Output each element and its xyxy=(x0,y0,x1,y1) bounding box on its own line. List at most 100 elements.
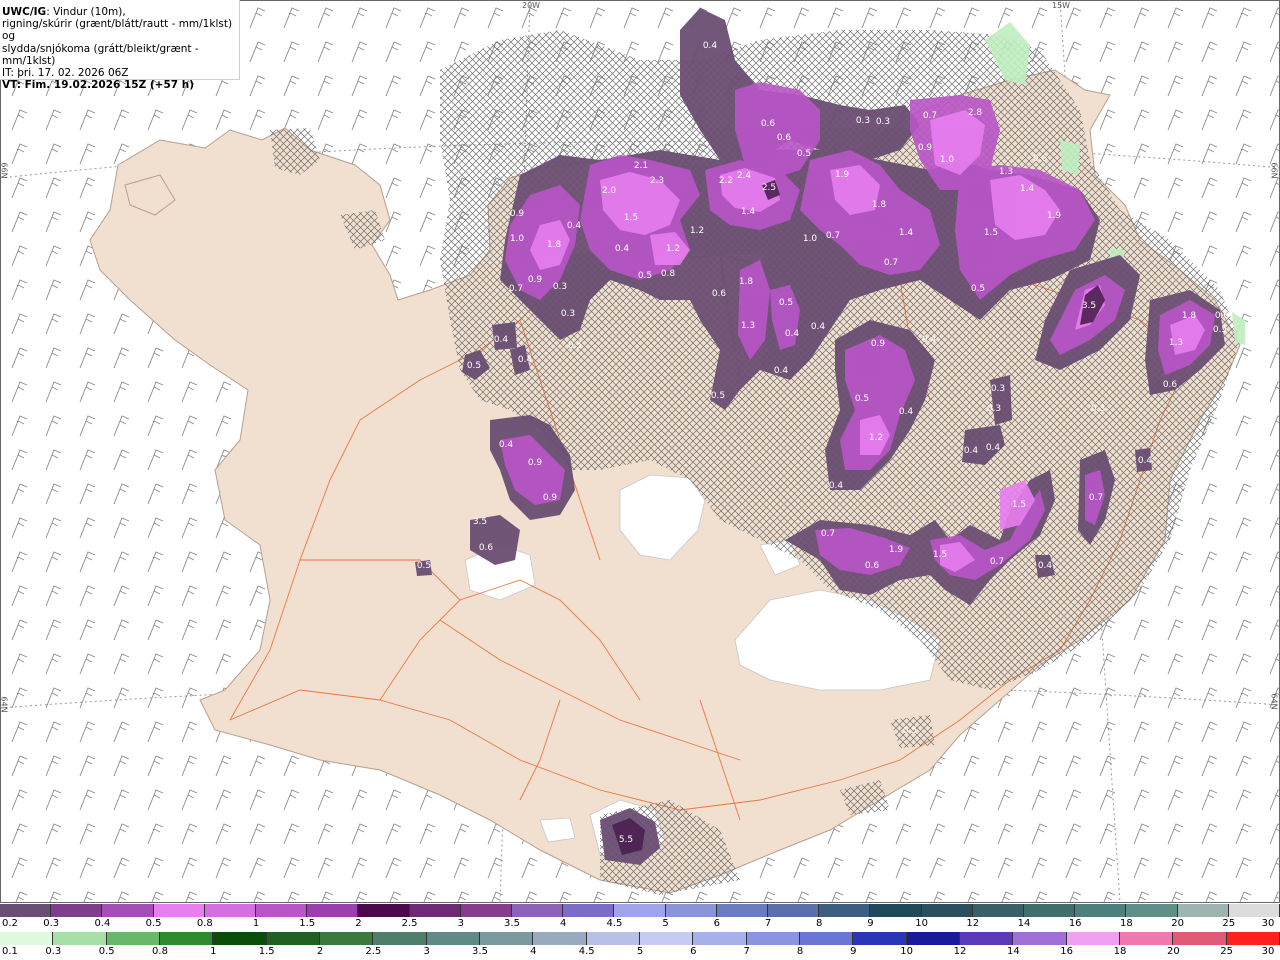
rain-swatch xyxy=(746,932,800,945)
rain-swatch xyxy=(426,932,480,945)
rain-swatch xyxy=(853,932,907,945)
precip-value-label: 0.5 xyxy=(417,561,431,571)
snow-tick-label: 0.2 xyxy=(2,918,18,929)
precip-value-label: 0.4 xyxy=(829,481,844,491)
precip-value-label: 1.8 xyxy=(739,277,754,287)
precip-value-label: 0.8 xyxy=(661,269,676,279)
precip-value-label: 0.4 xyxy=(499,440,514,450)
rain-tick-label: 0.8 xyxy=(152,946,168,957)
snow-swatch xyxy=(1075,904,1127,917)
precip-value-label: 1.3 xyxy=(741,321,755,331)
precip-value-label: 1.2 xyxy=(869,433,883,443)
lat-label-64-left: 64N xyxy=(0,696,9,713)
precip-value-label: 0.5 xyxy=(797,149,811,159)
precip-value-label: 0.5 xyxy=(711,391,725,401)
precip-value-label: 0.6 xyxy=(1163,380,1178,390)
snow-swatch xyxy=(204,904,257,917)
rain-tick-label: 7 xyxy=(743,946,750,957)
snow-tick-label: 10 xyxy=(915,918,928,929)
rain-tick-label: 25 xyxy=(1220,946,1234,957)
rain-swatch xyxy=(639,932,694,945)
snow-swatch xyxy=(716,904,769,917)
rain-tick-label: 2 xyxy=(316,946,324,957)
valid-time: VT: Fim. 19.02.2026 15Z (+57 h) xyxy=(2,79,195,92)
precip-value-label: 0.3 xyxy=(553,282,567,292)
rain-tick-label: 3.5 xyxy=(472,946,488,957)
precip-value-label: 1.3 xyxy=(999,167,1013,177)
rain-tick-label: 2.5 xyxy=(365,946,382,957)
precip-value-label: 0.4 xyxy=(774,366,789,376)
snow-swatch xyxy=(512,904,564,917)
precip-value-label: 0.4 xyxy=(964,446,979,456)
snow-tick-label: 5 xyxy=(662,918,669,929)
snow-tick-label: 1.5 xyxy=(299,918,316,929)
precip-value-label: 0.6 xyxy=(479,543,494,553)
precip-value-label: 0.4 xyxy=(615,244,630,254)
rain-tick-label: 0.1 xyxy=(2,946,18,957)
snow-swatch xyxy=(870,904,922,917)
precip-value-label: 0.6 xyxy=(777,133,792,143)
snow-tick-label: 16 xyxy=(1068,918,1082,929)
precip-value-label: 0.4 xyxy=(494,335,509,345)
snow-tick-label: 18 xyxy=(1120,918,1133,929)
description-line-snow: slydda/snjókoma (grátt/bleikt/grænt - mm… xyxy=(2,42,199,67)
rain-tick-label: 1 xyxy=(210,946,217,957)
precip-value-label: 0.9 xyxy=(871,339,886,349)
precip-value-label: 0.7 xyxy=(990,557,1004,567)
rain-swatch xyxy=(1226,932,1280,945)
model-name: UWC/IG xyxy=(2,6,47,18)
precip-value-label: 1.9 xyxy=(889,545,904,555)
precip-value-label: 0.4 xyxy=(1138,456,1153,466)
rain-swatch xyxy=(159,932,214,945)
snow-swatch xyxy=(0,904,52,917)
precip-value-label: 0.7 xyxy=(884,258,898,268)
rain-tick-label: 0.3 xyxy=(45,946,62,957)
snow-swatch xyxy=(972,904,1025,917)
title-line: UWC/IG: Vindur (10m), xyxy=(2,6,239,18)
precip-value-label: 1.5 xyxy=(984,228,998,238)
precip-value-label: 0.9 xyxy=(918,143,933,153)
snow-tick-label: 25 xyxy=(1222,918,1236,929)
rain-tick-label: 16 xyxy=(1060,946,1074,957)
precip-value-label: 1.8 xyxy=(1182,311,1197,321)
rain-swatch xyxy=(1066,932,1120,945)
precip-value-label: 0.6 xyxy=(865,561,880,571)
precip-value-label: 1.0 xyxy=(940,155,955,165)
snow-swatch xyxy=(1126,904,1178,917)
snow-tick-label: 12 xyxy=(966,918,980,929)
precip-value-label: 0.6 xyxy=(1215,311,1230,321)
precip-value-label: 0.5 xyxy=(1213,325,1227,335)
snow-swatch xyxy=(1177,904,1229,917)
precip-value-label: 0.5 xyxy=(467,361,481,371)
precip-value-label: 2.2 xyxy=(719,176,733,186)
init-time: IT: þri. 17. 02. 2026 06Z xyxy=(2,67,129,80)
snow-swatch xyxy=(665,904,717,917)
snow-swatch xyxy=(358,904,410,917)
precip-value-label: 0.4 xyxy=(922,335,937,345)
precip-value-label: 0.7 xyxy=(923,111,937,121)
title-rest: : Vindur (10m), xyxy=(46,6,126,18)
rain-swatch xyxy=(0,932,54,945)
weather-map-viewer: 0.4 0.6 0.6 0.5 0.3 0.3 0.7 2.8 0.9 1.0 0.6 1.9 1.3 1… xyxy=(0,0,1280,960)
snow-tick-label: 0.3 xyxy=(43,918,60,929)
map-info-box: UWC/IG: Vindur (10m), rigning/skúrir (gr… xyxy=(0,0,240,91)
rain-tick-label: 9 xyxy=(850,946,857,957)
precip-value-label: 0.5 xyxy=(971,284,985,294)
precip-value-label: 1.2 xyxy=(690,226,704,236)
rain-swatch xyxy=(373,932,427,945)
precip-value-label: 1.2 xyxy=(666,244,680,254)
rain-swatch xyxy=(959,932,1014,945)
rain-swatch xyxy=(1013,932,1067,945)
snow-tick-label: 0.8 xyxy=(196,918,213,929)
snow-tick-label: 8 xyxy=(816,918,823,929)
snow-colorbar-labels: 0.2 0.3 0.4 0.5 0.8 1 1.5 2 2.5 3 3.5 4 4.5 5 6 7 8 9 10 12… xyxy=(0,918,1280,930)
precip-value-label: 2.4 xyxy=(737,171,752,181)
snow-swatch xyxy=(460,904,513,917)
rain-swatch xyxy=(319,932,374,945)
precip-value-label: 0.5 xyxy=(855,394,869,404)
rain-tick-label: 0.5 xyxy=(98,946,115,957)
snow-tick-label: 1 xyxy=(252,918,260,929)
rain-swatch xyxy=(479,932,534,945)
snow-swatch xyxy=(153,904,205,917)
rain-swatch xyxy=(586,932,640,945)
